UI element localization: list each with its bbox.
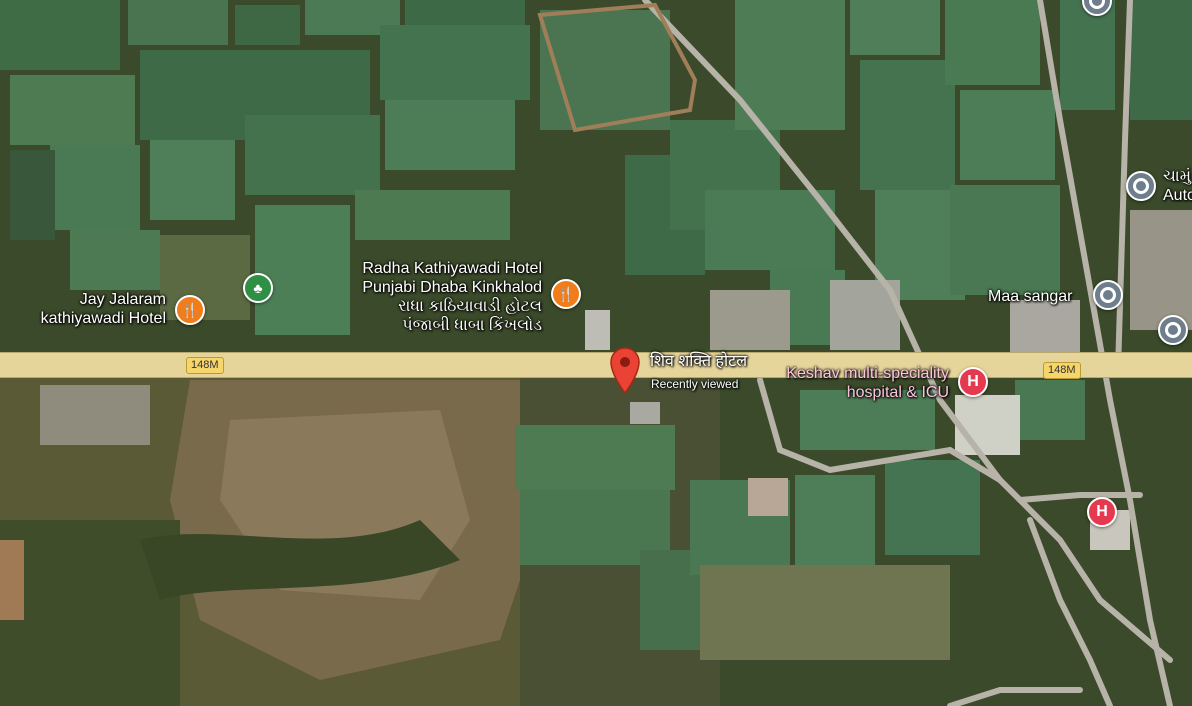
road-shield: 148M <box>186 357 224 374</box>
map-pin-icon[interactable] <box>608 345 642 395</box>
selected-place-name[interactable]: शिव शक्ति होटल <box>650 352 747 371</box>
hospital-icon[interactable]: H <box>958 367 988 397</box>
hospital-icon[interactable]: H <box>1087 497 1117 527</box>
place-label-maa-sangar[interactable]: Maa sangar <box>988 287 1073 306</box>
restaurant-icon[interactable]: 🍴 <box>175 295 205 325</box>
place-label-chamunda[interactable]: ચામું Auto <box>1163 167 1192 205</box>
place-label-keshav-hospital[interactable]: Keshav multi-speciality hospital & ICU <box>740 364 949 402</box>
satellite-map[interactable] <box>0 0 1192 706</box>
place-icon[interactable] <box>1093 280 1123 310</box>
place-label-radha-hotel[interactable]: Radha Kathiyawadi Hotel Punjabi Dhaba Ki… <box>330 259 542 335</box>
place-icon[interactable] <box>1126 171 1156 201</box>
main-road-148m[interactable] <box>0 353 1192 377</box>
place-icon[interactable] <box>1158 315 1188 345</box>
selected-place-subtitle: Recently viewed <box>651 377 739 391</box>
restaurant-icon[interactable]: 🍴 <box>551 279 581 309</box>
park-icon[interactable]: ♣ <box>243 273 273 303</box>
place-label-jay-jalaram[interactable]: Jay Jalaram kathiyawadi Hotel <box>20 290 166 328</box>
road-shield: 148M <box>1043 362 1081 379</box>
